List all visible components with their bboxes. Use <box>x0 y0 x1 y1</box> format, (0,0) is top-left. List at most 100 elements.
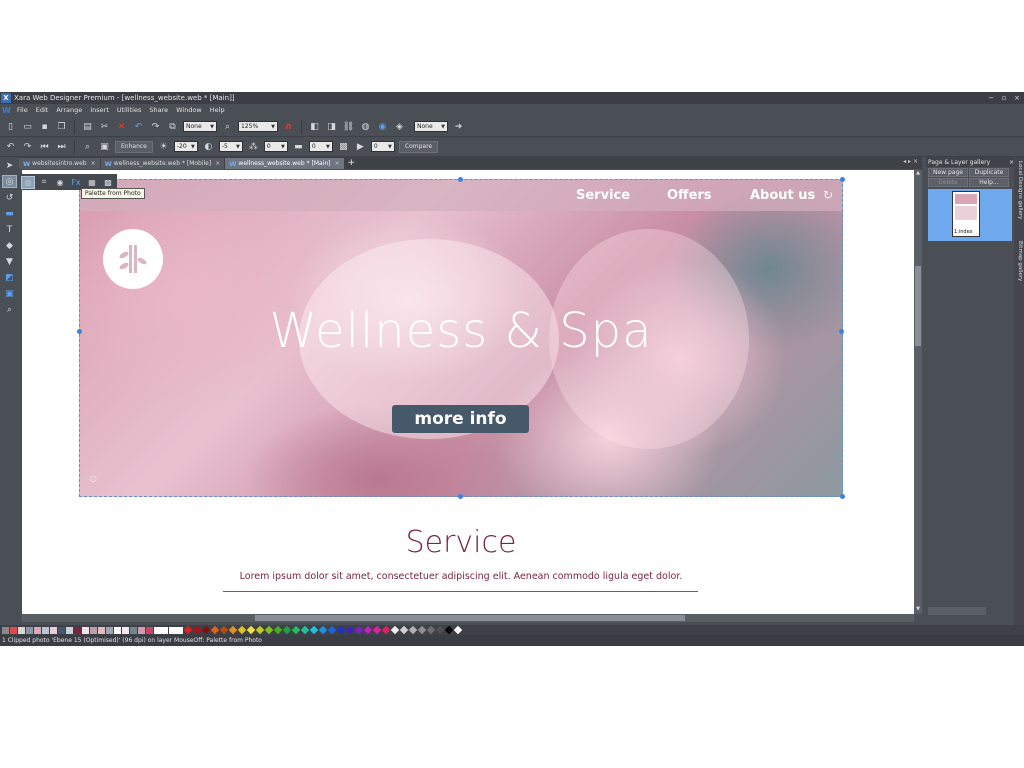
effects-icon[interactable]: Fx <box>69 176 83 189</box>
transparency-tool-icon[interactable]: ▼ <box>2 255 17 268</box>
color-swatch[interactable] <box>146 626 153 634</box>
color-swatch[interactable] <box>106 626 113 634</box>
contrast-field[interactable]: -5 ▼ <box>218 141 243 152</box>
preview-icon[interactable]: ◉ <box>376 120 389 133</box>
close-button[interactable]: × <box>1012 93 1022 102</box>
color-swatch[interactable] <box>42 626 49 634</box>
sharpen-field[interactable]: 0 ▼ <box>370 141 395 152</box>
color-swatch[interactable] <box>18 626 25 634</box>
color-swatch[interactable] <box>390 625 400 635</box>
color-swatch[interactable] <box>273 625 283 635</box>
color-swatch[interactable] <box>130 626 137 634</box>
vertical-scrollbar[interactable]: ▲ ▼ <box>914 170 922 614</box>
feather-select[interactable]: None ▼ <box>414 121 448 132</box>
scroll-up-icon[interactable]: ▲ <box>914 170 922 178</box>
save-icon[interactable]: ▪ <box>38 120 51 133</box>
color-swatch[interactable] <box>408 625 418 635</box>
link-icon[interactable]: ⛓ <box>342 120 355 133</box>
compare-button[interactable]: Compare <box>398 140 439 153</box>
delete-icon[interactable]: ✕ <box>115 120 128 133</box>
color-swatch[interactable] <box>26 626 33 634</box>
color-swatch[interactable] <box>291 625 301 635</box>
rotate-left-icon[interactable]: ↶ <box>4 140 17 153</box>
help-button[interactable]: Help... <box>969 178 1009 187</box>
scroll-thumb[interactable] <box>255 615 685 621</box>
lock-icon[interactable]: ⊙ <box>89 474 97 485</box>
tab-scroll-arrows-icon[interactable]: ◂ ▸ × <box>903 158 918 165</box>
photo-select-icon[interactable]: ◎ <box>21 175 35 189</box>
enhance-button[interactable]: Enhance <box>115 140 153 153</box>
no-color-swatch[interactable] <box>2 626 9 634</box>
color-swatch[interactable] <box>246 625 256 635</box>
selector-tool-icon[interactable]: ➤ <box>2 159 17 172</box>
color-swatch[interactable] <box>201 625 211 635</box>
color-swatch[interactable] <box>264 625 274 635</box>
web-properties-icon[interactable]: ◍ <box>359 120 372 133</box>
color-swatch[interactable] <box>169 626 183 634</box>
first-icon[interactable]: ⏮ <box>38 140 51 153</box>
brightness-field[interactable]: -20 ▼ <box>173 141 198 152</box>
menu-utilities[interactable]: Utilities <box>117 106 141 114</box>
gallery-scrollbar[interactable] <box>928 607 986 615</box>
color-swatch[interactable] <box>363 625 373 635</box>
color-swatch[interactable] <box>74 626 81 634</box>
color-swatch[interactable] <box>327 625 337 635</box>
properties-icon[interactable]: ◨ <box>325 120 338 133</box>
photo-icon[interactable]: ▣ <box>98 140 111 153</box>
layers-icon[interactable]: ◧ <box>308 120 321 133</box>
close-tab-icon[interactable]: × <box>91 160 96 167</box>
page-list[interactable]: 1:index <box>928 189 1012 241</box>
color-swatch[interactable] <box>444 625 454 635</box>
selection-handle[interactable] <box>458 494 463 499</box>
color-swatch[interactable] <box>282 625 292 635</box>
quality-select[interactable]: None ▼ <box>183 121 217 132</box>
selection-handle[interactable] <box>840 494 845 499</box>
color-swatch[interactable] <box>66 626 73 634</box>
tab-main[interactable]: Wwellness_website.web * [Main] × <box>225 158 344 169</box>
undo-icon[interactable]: ↶ <box>132 120 145 133</box>
zoom-icon[interactable]: ⌕ <box>221 120 234 133</box>
color-swatch[interactable] <box>50 626 57 634</box>
tab-websitesintro[interactable]: Wwebsitesintro.web × <box>19 158 100 169</box>
color-picker-swatch[interactable] <box>10 626 17 634</box>
scroll-thumb[interactable] <box>915 266 921 346</box>
redo-icon[interactable]: ↷ <box>149 120 162 133</box>
new-tab-plus-icon[interactable]: + <box>348 158 356 169</box>
color-swatch[interactable] <box>381 625 391 635</box>
duplicate-icon[interactable]: ⧉ <box>166 120 179 133</box>
color-swatch[interactable] <box>354 625 364 635</box>
copy-icon[interactable]: ❐ <box>55 120 68 133</box>
magnet-icon[interactable]: ∩ <box>282 120 295 133</box>
delete-button[interactable]: Delete <box>928 178 968 187</box>
document-canvas[interactable]: Service Offers About us ↻ Wellness & Spa… <box>22 170 914 614</box>
restore-button[interactable]: ▫ <box>999 93 1009 102</box>
color-swatch[interactable] <box>228 625 238 635</box>
color-swatch[interactable] <box>372 625 382 635</box>
red-eye-icon[interactable]: ◉ <box>53 176 67 189</box>
color-swatch[interactable] <box>255 625 265 635</box>
color-swatch[interactable] <box>58 626 65 634</box>
fill-tool-icon[interactable]: ◆ <box>2 239 17 252</box>
color-swatch[interactable] <box>210 625 220 635</box>
close-tab-icon[interactable]: × <box>334 160 339 167</box>
temperature-field[interactable]: 0 ▼ <box>308 141 333 152</box>
photo-size-icon[interactable]: ▦ <box>85 176 99 189</box>
color-swatch[interactable] <box>426 625 436 635</box>
site-logo[interactable] <box>103 229 163 289</box>
close-tab-icon[interactable]: × <box>215 160 220 167</box>
menu-file[interactable]: File <box>17 106 28 114</box>
crop-icon[interactable]: ⌗ <box>37 176 51 189</box>
menu-insert[interactable]: Insert <box>90 106 109 114</box>
menu-share[interactable]: Share <box>149 106 168 114</box>
zoom-tool-icon[interactable]: ⌕ <box>2 303 17 316</box>
color-swatch[interactable] <box>138 626 145 634</box>
color-swatch[interactable] <box>300 625 310 635</box>
publish-icon[interactable]: ◈ <box>393 120 406 133</box>
color-swatch[interactable] <box>345 625 355 635</box>
magnify-icon[interactable]: ⌕ <box>81 140 94 153</box>
menu-arrange[interactable]: Arrange <box>56 106 82 114</box>
color-swatch[interactable] <box>318 625 328 635</box>
zoom-select[interactable]: 125% ▼ <box>238 121 278 132</box>
menu-window[interactable]: Window <box>176 106 202 114</box>
horizontal-scrollbar[interactable] <box>22 614 914 622</box>
